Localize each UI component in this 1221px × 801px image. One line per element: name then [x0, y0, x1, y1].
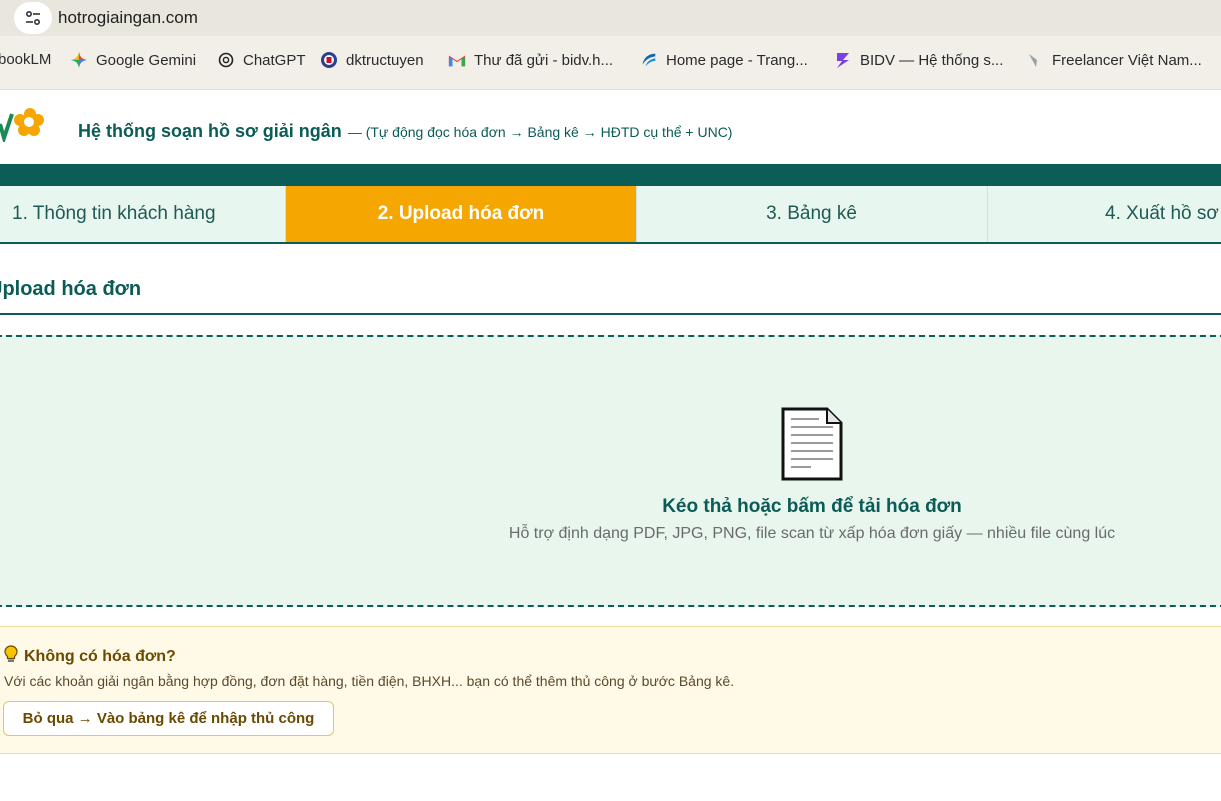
logo-icon: [0, 102, 48, 145]
bookmark-label: BIDV — Hệ thống s...: [860, 51, 1004, 69]
bookmark-google-gemini[interactable]: Google Gemini: [70, 51, 196, 69]
bookmark-notebooklm[interactable]: bookLM: [0, 51, 51, 68]
bookmark-label: dktructuyen: [346, 51, 424, 69]
app-title-text: Hệ thống soạn hồ sơ giải ngân: [78, 121, 342, 141]
tab-upload-invoice[interactable]: 2. Upload hóa đơn: [286, 186, 637, 242]
notice-text: Với các khoản giải ngân bằng hợp đồng, đ…: [4, 673, 735, 689]
bookmark-label: Home page - Trang...: [666, 51, 808, 69]
tab-label: 3. Bảng kê: [766, 203, 857, 224]
notice-title: Không có hóa đơn?: [24, 647, 176, 665]
step-tabs: 1. Thông tin khách hàng 2. Upload hóa đơ…: [0, 186, 1221, 244]
tab-customer-info[interactable]: 1. Thông tin khách hàng: [0, 186, 286, 242]
notice-heading: Không có hóa đơn?: [4, 645, 176, 668]
upload-dropzone[interactable]: [0, 335, 1221, 607]
gmail-icon: [448, 51, 466, 69]
section-title: Upload hóa đơn: [0, 278, 142, 300]
site-settings-icon[interactable]: [14, 2, 52, 34]
dropzone-subtitle: Hỗ trợ định dạng PDF, JPG, PNG, file sca…: [508, 525, 1116, 542]
url-text[interactable]: hotrogiaingan.com: [58, 8, 198, 28]
bookmark-label: Google Gemini: [96, 51, 197, 69]
bookmark-freelancer[interactable]: Freelancer Việt Nam...: [1026, 51, 1202, 69]
bidv-icon: [834, 51, 852, 69]
bookmark-home-page[interactable]: Home page - Trang...: [640, 51, 808, 69]
dktructuyen-icon: [320, 51, 338, 69]
bookmarks-bar: bookLM Google Gemini ChatGPT dktructuyen…: [0, 44, 1221, 80]
bookmark-label: bookLM: [0, 51, 52, 68]
dropzone-title: Kéo thả hoặc bấm để tải hóa đơn: [662, 496, 962, 517]
header-divider-bar: [0, 164, 1221, 186]
gemini-icon: [70, 51, 88, 69]
tab-label: 2. Upload hóa đơn: [377, 203, 545, 224]
bookmark-gmail[interactable]: Thư đã gửi - bidv.h...: [448, 51, 613, 69]
homepage-icon: [640, 51, 658, 69]
bookmark-label: Freelancer Việt Nam...: [1052, 51, 1202, 69]
tab-statement[interactable]: 3. Bảng kê: [636, 186, 988, 242]
tab-label: 4. Xuất hồ sơ: [1105, 203, 1219, 224]
bookmark-label: ChatGPT: [243, 51, 306, 69]
section-divider: [0, 313, 1221, 315]
lightbulb-icon: [4, 645, 18, 668]
app-title: Hệ thống soạn hồ sơ giải ngân — (Tự động …: [78, 121, 732, 142]
app-subtitle: — (Tự động đọc hóa đơn → Bảng kê → HĐTD …: [347, 124, 733, 140]
bookmark-chatgpt[interactable]: ChatGPT: [217, 51, 306, 69]
bookmark-bidv[interactable]: BIDV — Hệ thống s...: [834, 51, 1003, 69]
skip-to-statement-button[interactable]: Bỏ qua → Vào bảng kê để nhập thủ công: [3, 701, 334, 736]
chatgpt-icon: [217, 51, 235, 69]
document-icon: [781, 407, 843, 481]
tab-export[interactable]: 4. Xuất hồ sơ: [987, 186, 1221, 242]
bookmark-label: Thư đã gửi - bidv.h...: [474, 51, 614, 69]
freelancer-icon: [1026, 51, 1044, 69]
browser-chrome: hotrogiaingan.com bookLM Google Gemini C…: [0, 0, 1221, 90]
app-header: Hệ thống soạn hồ sơ giải ngân — (Tự động …: [0, 90, 1221, 164]
bookmark-dktructuyen[interactable]: dktructuyen: [320, 51, 424, 69]
address-bar[interactable]: hotrogiaingan.com: [0, 0, 1221, 36]
tab-label: 1. Thông tin khách hàng: [12, 203, 216, 224]
